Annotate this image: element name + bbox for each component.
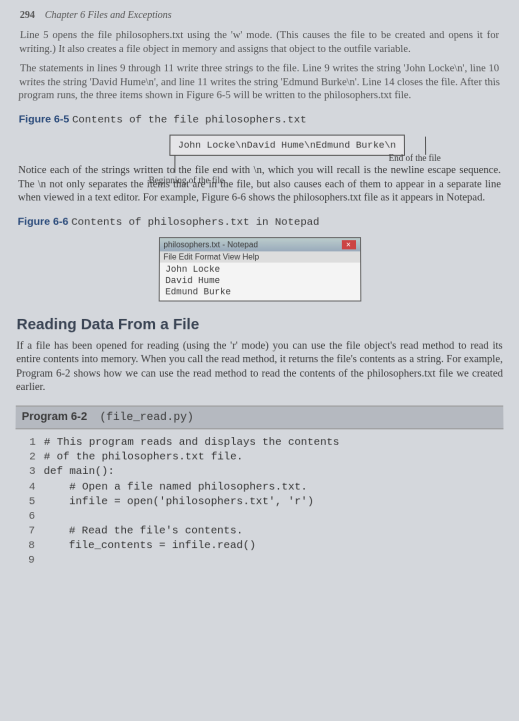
notepad-line: John Locke (165, 265, 353, 276)
code-text: infile = open('philosophers.txt', 'r') (43, 495, 314, 510)
line-number: 8 (18, 539, 35, 554)
code-text: def main(): (44, 465, 115, 480)
close-icon: × (341, 240, 355, 249)
textbook-page: 294 Chapter 6 Files and Exceptions Line … (0, 0, 519, 721)
notepad-line: Edmund Burke (165, 287, 353, 298)
figure-title: Contents of the file philosophers.txt (72, 115, 306, 127)
program-filename: (file_read.py) (100, 412, 194, 424)
figure-label: Figure 6-5 (19, 114, 70, 126)
code-text: # of the philosophers.txt file. (44, 450, 243, 465)
notepad-menu: File Edit Format View Help (159, 252, 359, 263)
section-heading: Reading Data From a File (17, 315, 503, 332)
code-line: 8 file_contents = infile.read() (18, 539, 500, 554)
file-contents-box: John Locke\nDavid Hume\nEdmund Burke\n (169, 135, 405, 156)
label-end: End of the file (389, 153, 441, 163)
code-line: 5 infile = open('philosophers.txt', 'r') (19, 495, 500, 510)
code-line: 2 # of the philosophers.txt file. (19, 450, 500, 465)
line-number: 3 (19, 465, 35, 480)
figure-label: Figure 6-6 (18, 216, 69, 228)
code-text: file_contents = infile.read() (43, 539, 256, 554)
figure-6-5-diagram: John Locke\nDavid Hume\nEdmund Burke\n B… (108, 135, 410, 156)
figure-6-6-caption: Figure 6-6 Contents of philosophers.txt … (18, 216, 502, 229)
code-line: 9 (18, 554, 501, 569)
code-line: 7 # Read the file's contents. (18, 524, 500, 539)
line-number: 4 (19, 480, 35, 495)
intro-paragraph-1: Line 5 opens the file philosophers.txt u… (19, 29, 500, 56)
notepad-title-text: philosophers.txt - Notepad (163, 240, 257, 249)
line-number: 6 (19, 509, 36, 524)
arrow-beginning (174, 155, 175, 173)
line-number: 9 (18, 554, 35, 569)
intro-paragraph-2: The statements in lines 9 through 11 wri… (18, 63, 501, 104)
code-line: 6 (19, 509, 501, 524)
page-number: 294 (20, 10, 35, 21)
chapter-title: Chapter 6 Files and Exceptions (45, 10, 172, 21)
line-number: 7 (18, 524, 35, 539)
code-line: 3 def main(): (19, 465, 500, 480)
code-text: # Read the file's contents. (43, 524, 243, 539)
code-text: # This program reads and displays the co… (44, 436, 340, 451)
code-line: 1 # This program reads and displays the c… (19, 436, 499, 451)
program-header: Program 6-2 (file_read.py) (16, 406, 504, 430)
notepad-content: John Locke David Hume Edmund Burke (159, 263, 360, 300)
line-number: 2 (19, 450, 35, 465)
figure-6-5-caption: Figure 6-5 Contents of the file philosop… (19, 114, 501, 127)
line-number: 1 (19, 436, 35, 451)
notepad-line: David Hume (165, 276, 353, 287)
line-number: 5 (19, 495, 35, 510)
code-text: # Open a file named philosophers.txt. (43, 480, 307, 495)
notepad-window: philosophers.txt - Notepad × File Edit F… (158, 237, 361, 301)
label-beginning: Beginning of the file (149, 175, 224, 185)
notepad-titlebar: philosophers.txt - Notepad × (159, 238, 359, 251)
figure-title: Contents of philosophers.txt in Notepad (71, 217, 319, 229)
reading-paragraph: If a file has been opened for reading (u… (16, 339, 503, 395)
code-line: 4 # Open a file named philosophers.txt. (19, 480, 500, 495)
program-label: Program 6-2 (22, 411, 87, 423)
page-header: 294 Chapter 6 Files and Exceptions (20, 10, 499, 21)
code-listing: 1 # This program reads and displays the c… (14, 429, 505, 575)
notice-paragraph: Notice each of the strings written to th… (18, 164, 501, 206)
